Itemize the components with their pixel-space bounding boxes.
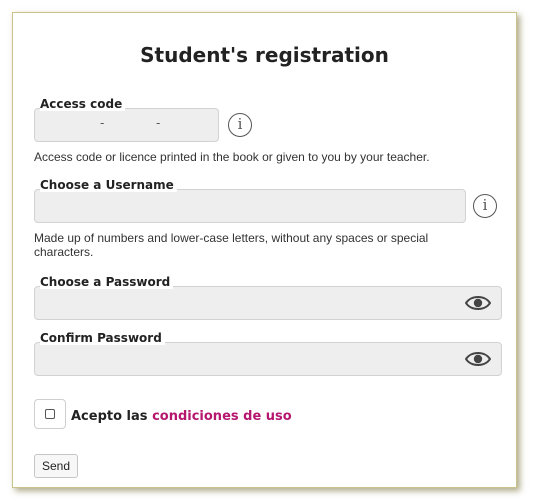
confirm-password-input[interactable] [34, 342, 502, 376]
page-title: Student's registration [140, 43, 389, 67]
password-input[interactable] [34, 286, 502, 320]
checkbox-square [45, 409, 55, 419]
username-help: Made up of numbers and lower-case letter… [34, 231, 429, 245]
username-label: Choose a Username [40, 178, 177, 192]
password-label: Choose a Password [40, 275, 174, 289]
confirm-password-label: Confirm Password [40, 331, 165, 345]
send-button[interactable]: Send [34, 454, 78, 478]
username-input[interactable] [34, 189, 466, 223]
terms-checkbox[interactable] [34, 399, 66, 429]
info-icon[interactable]: i [473, 194, 497, 218]
terms-text: Acepto las condiciones de uso [71, 409, 292, 424]
eye-icon[interactable] [465, 351, 491, 367]
info-icon[interactable]: i [228, 113, 252, 137]
registration-card: Student's registration Access code - - i… [12, 12, 517, 488]
username-help: characters. [34, 245, 94, 259]
terms-prefix: Acepto las [71, 409, 148, 424]
access-code-label: Access code [40, 97, 126, 111]
access-code-separator: - [156, 116, 161, 130]
access-code-help: Access code or licence printed in the bo… [34, 150, 430, 164]
access-code-input[interactable]: - - [34, 108, 219, 142]
eye-icon[interactable] [465, 295, 491, 311]
terms-link[interactable]: condiciones de uso [152, 409, 292, 424]
access-code-separator: - [100, 116, 105, 130]
